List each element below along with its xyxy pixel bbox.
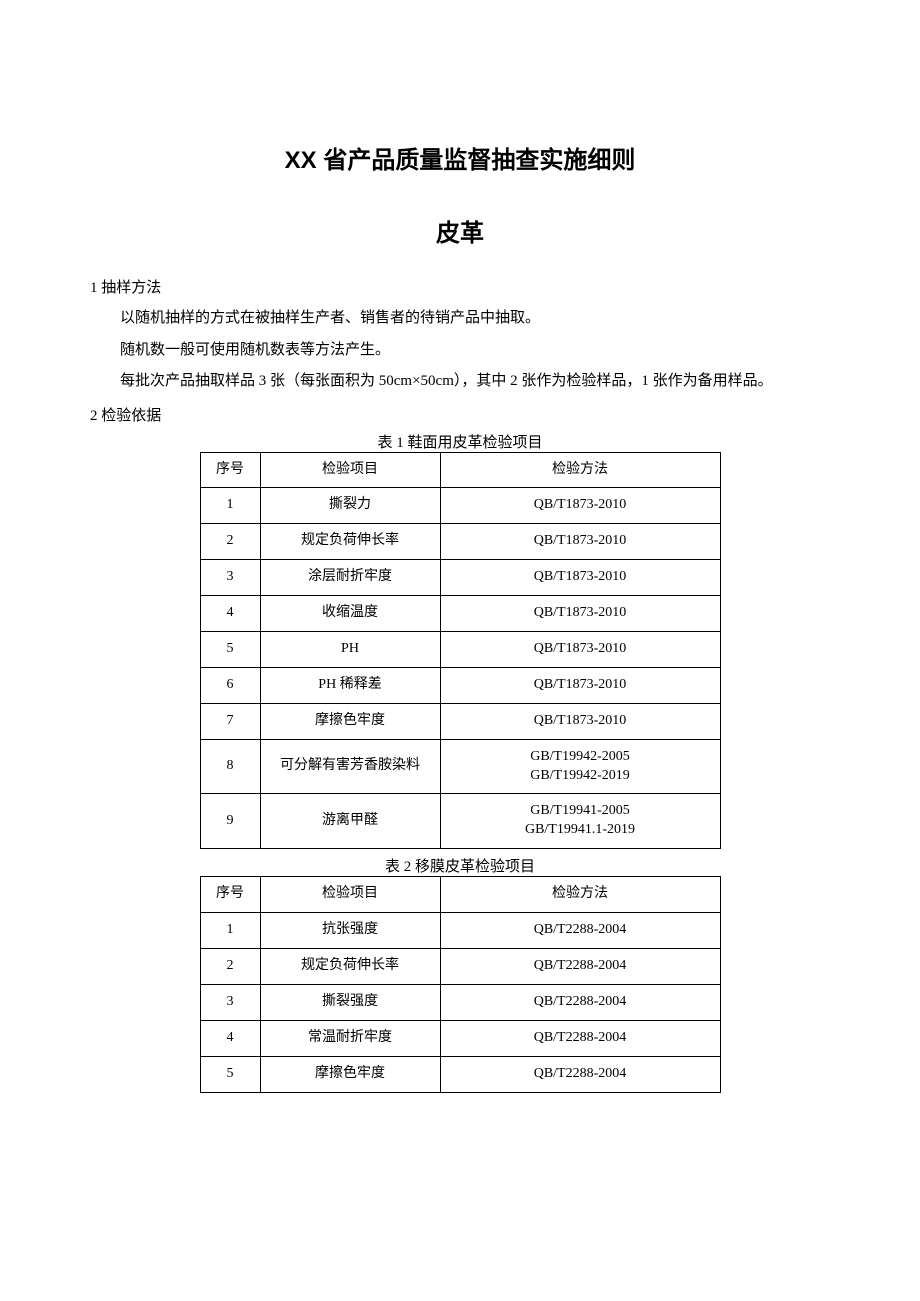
table-row: 序号 检验项目 检验方法 <box>200 452 720 488</box>
table-cell: 1 <box>200 488 260 524</box>
table-header-cell: 序号 <box>200 877 260 913</box>
table-2: 序号 检验项目 检验方法 1 抗张强度 QB/T2288-2004 2 规定负荷… <box>200 876 721 1092</box>
table-row: 6 PH 稀释差 QB/T1873-2010 <box>200 667 720 703</box>
table-cell: 2 <box>200 948 260 984</box>
table-row: 2 规定负荷伸长率 QB/T1873-2010 <box>200 524 720 560</box>
table-2-caption: 表 2 移膜皮革检验项目 <box>90 855 830 876</box>
table-cell: 9 <box>200 794 260 849</box>
table-cell: 2 <box>200 524 260 560</box>
table-cell: QB/T1873-2010 <box>440 631 720 667</box>
table-cell: 5 <box>200 631 260 667</box>
table-row: 序号 检验项目 检验方法 <box>200 877 720 913</box>
table-cell: 抗张强度 <box>260 913 440 949</box>
table-cell: QB/T1873-2010 <box>440 488 720 524</box>
table-cell: 5 <box>200 1056 260 1092</box>
table-row: 4 常温耐折牢度 QB/T2288-2004 <box>200 1020 720 1056</box>
table-row: 8 可分解有害芳香胺染料 GB/T19942-2005GB/T19942-201… <box>200 739 720 794</box>
table-cell: 可分解有害芳香胺染料 <box>260 739 440 794</box>
table-cell: QB/T2288-2004 <box>440 1056 720 1092</box>
section-1-paragraph-3: 每批次产品抽取样品 3 张（每张面积为 50cm×50cm），其中 2 张作为检… <box>90 366 830 398</box>
table-cell: GB/T19941-2005GB/T19941.1-2019 <box>440 794 720 849</box>
table-row: 3 撕裂强度 QB/T2288-2004 <box>200 984 720 1020</box>
table-1-caption: 表 1 鞋面用皮革检验项目 <box>90 431 830 452</box>
table-row: 1 撕裂力 QB/T1873-2010 <box>200 488 720 524</box>
table-cell: 6 <box>200 667 260 703</box>
table-cell: QB/T1873-2010 <box>440 703 720 739</box>
table-cell: 摩擦色牢度 <box>260 703 440 739</box>
table-cell: 规定负荷伸长率 <box>260 948 440 984</box>
section-1-heading: 1 抽样方法 <box>90 276 830 297</box>
table-cell: 撕裂力 <box>260 488 440 524</box>
table-cell: QB/T1873-2010 <box>440 667 720 703</box>
document-page: XX 省产品质量监督抽查实施细则 皮革 1 抽样方法 以随机抽样的方式在被抽样生… <box>0 0 920 1177</box>
table-row: 3 涂层耐折牢度 QB/T1873-2010 <box>200 560 720 596</box>
table-cell: 游离甲醛 <box>260 794 440 849</box>
table-row: 7 摩擦色牢度 QB/T1873-2010 <box>200 703 720 739</box>
section-1-paragraph-2: 随机数一般可使用随机数表等方法产生。 <box>90 335 830 367</box>
table-cell: 4 <box>200 1020 260 1056</box>
table-cell: QB/T1873-2010 <box>440 596 720 632</box>
table-cell: 3 <box>200 560 260 596</box>
table-header-cell: 检验方法 <box>440 877 720 913</box>
table-cell: 规定负荷伸长率 <box>260 524 440 560</box>
table-cell: PH <box>260 631 440 667</box>
table-header-cell: 检验方法 <box>440 452 720 488</box>
table-header-cell: 序号 <box>200 452 260 488</box>
table-cell: QB/T2288-2004 <box>440 984 720 1020</box>
table-cell: 常温耐折牢度 <box>260 1020 440 1056</box>
table-cell: QB/T1873-2010 <box>440 560 720 596</box>
document-subtitle: 皮革 <box>90 213 830 248</box>
table-cell: GB/T19942-2005GB/T19942-2019 <box>440 739 720 794</box>
table-row: 9 游离甲醛 GB/T19941-2005GB/T19941.1-2019 <box>200 794 720 849</box>
table-cell: 摩擦色牢度 <box>260 1056 440 1092</box>
table-row: 5 PH QB/T1873-2010 <box>200 631 720 667</box>
table-cell: 收缩温度 <box>260 596 440 632</box>
table-cell: 3 <box>200 984 260 1020</box>
table-row: 5 摩擦色牢度 QB/T2288-2004 <box>200 1056 720 1092</box>
table-1: 序号 检验项目 检验方法 1 撕裂力 QB/T1873-2010 2 规定负荷伸… <box>200 452 721 850</box>
table-cell: 4 <box>200 596 260 632</box>
table-cell: QB/T2288-2004 <box>440 948 720 984</box>
table-row: 2 规定负荷伸长率 QB/T2288-2004 <box>200 948 720 984</box>
section-1-paragraph-1: 以随机抽样的方式在被抽样生产者、销售者的待销产品中抽取。 <box>90 303 830 335</box>
table-header-cell: 检验项目 <box>260 877 440 913</box>
table-cell: QB/T2288-2004 <box>440 1020 720 1056</box>
table-cell: 撕裂强度 <box>260 984 440 1020</box>
table-cell: 8 <box>200 739 260 794</box>
table-cell: QB/T1873-2010 <box>440 524 720 560</box>
table-cell: 涂层耐折牢度 <box>260 560 440 596</box>
table-cell: QB/T2288-2004 <box>440 913 720 949</box>
table-row: 4 收缩温度 QB/T1873-2010 <box>200 596 720 632</box>
table-cell: 7 <box>200 703 260 739</box>
table-cell: PH 稀释差 <box>260 667 440 703</box>
table-cell: 1 <box>200 913 260 949</box>
document-title: XX 省产品质量监督抽查实施细则 <box>90 140 830 175</box>
section-2-heading: 2 检验依据 <box>90 404 830 425</box>
table-row: 1 抗张强度 QB/T2288-2004 <box>200 913 720 949</box>
table-header-cell: 检验项目 <box>260 452 440 488</box>
